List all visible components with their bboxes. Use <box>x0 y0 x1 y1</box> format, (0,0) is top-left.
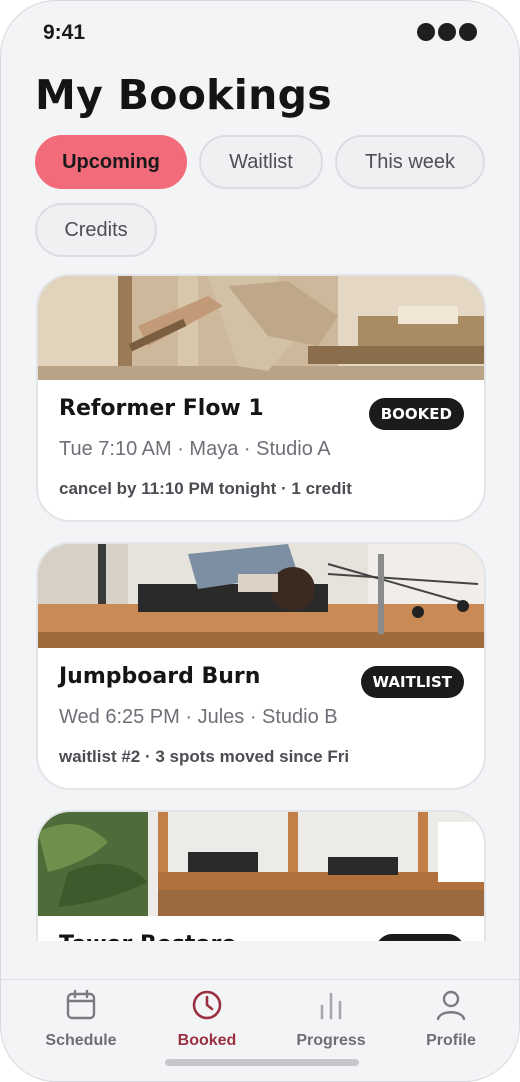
filter-chip-credits[interactable]: Credits <box>35 203 157 257</box>
status-badge: WAITLIST <box>360 666 464 698</box>
home-indicator <box>165 1059 359 1066</box>
bar-chart-icon <box>320 992 342 1020</box>
tab-booked[interactable]: Booked <box>152 988 262 1050</box>
tab-profile[interactable]: Profile <box>396 988 506 1050</box>
class-details: Wed 6:25 PM · Jules · Studio B <box>59 706 338 728</box>
tab-label: Profile <box>426 1032 476 1049</box>
status-badge: BOOKED <box>368 398 464 430</box>
status-dot <box>417 23 435 41</box>
class-photo <box>38 276 484 380</box>
page-title: My Bookings <box>35 71 332 119</box>
filter-chip-this-week[interactable]: This week <box>335 135 485 189</box>
class-photo <box>38 544 484 648</box>
person-icon <box>436 990 466 1021</box>
filter-chip-waitlist[interactable]: Waitlist <box>199 135 323 189</box>
tab-schedule[interactable]: Schedule <box>26 988 136 1050</box>
status-dot <box>459 23 477 41</box>
tab-progress[interactable]: Progress <box>276 988 386 1050</box>
booking-note: cancel by 11:10 PM tonight · 1 credit <box>59 479 352 498</box>
tab-label: Booked <box>177 1032 237 1049</box>
filter-chip-upcoming[interactable]: Upcoming <box>35 135 187 189</box>
booking-card-reformer-flow[interactable]: Reformer Flow 1 BOOKED Tue 7:10 AM · May… <box>36 274 486 522</box>
booking-note: waitlist #2 · 3 spots moved since Fri <box>59 747 350 766</box>
status-time: 9:41 <box>43 21 86 44</box>
class-details: Tue 7:10 AM · Maya · Studio A <box>59 438 331 460</box>
booking-card-jumpboard-burn[interactable]: Jumpboard Burn WAITLIST Wed 6:25 PM · Ju… <box>36 542 486 790</box>
tab-bar: Schedule Booked Progress Profile <box>1 979 519 1081</box>
tab-label: Schedule <box>45 1032 117 1049</box>
status-dot <box>438 23 456 41</box>
class-photo <box>38 812 484 916</box>
class-title: Jumpboard Burn <box>59 664 261 689</box>
clock-icon <box>192 990 222 1020</box>
class-title: Reformer Flow 1 <box>59 396 264 421</box>
status-indicators <box>417 23 477 41</box>
phone-frame: 9:41 My Bookings Upcoming Waitlist This … <box>0 0 520 1082</box>
calendar-icon <box>66 989 96 1020</box>
tab-label: Progress <box>296 1032 366 1049</box>
scroll-fade <box>1 941 519 981</box>
